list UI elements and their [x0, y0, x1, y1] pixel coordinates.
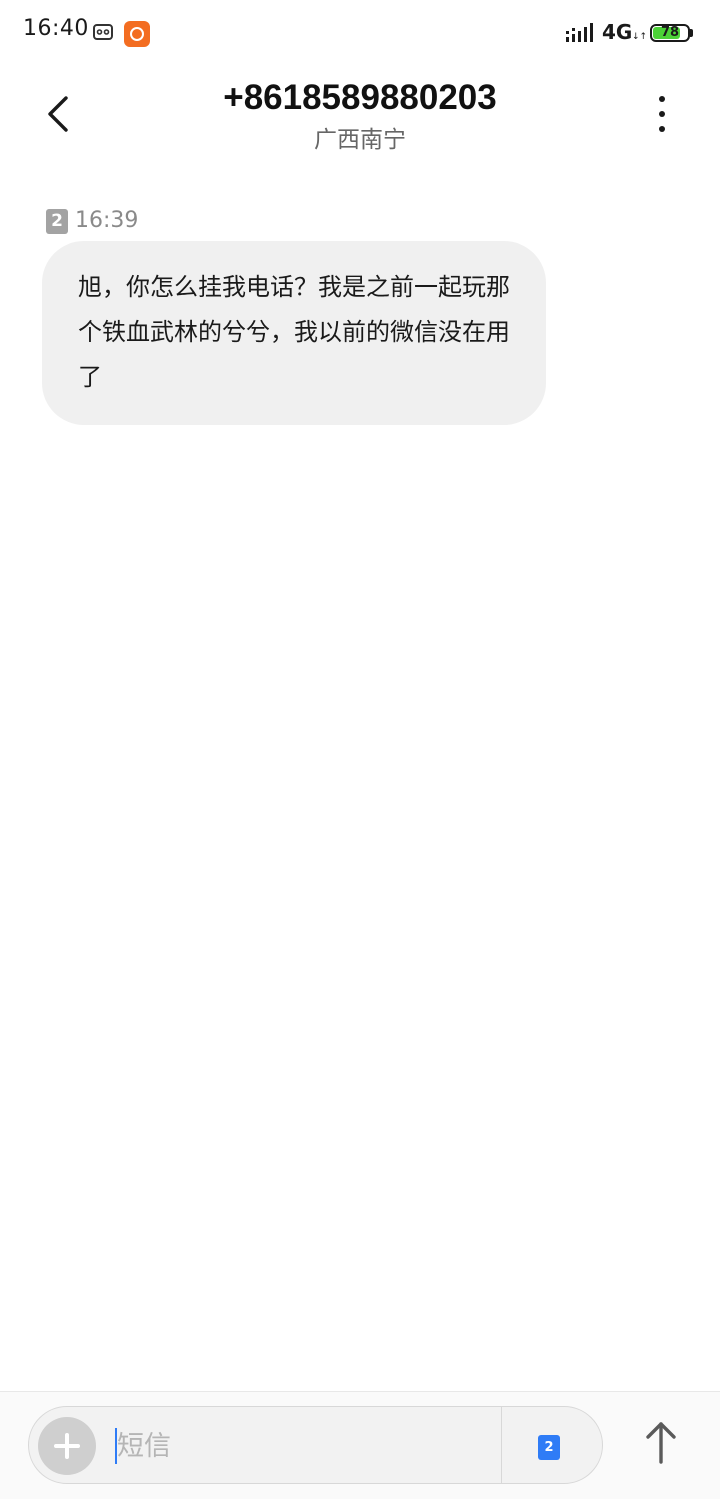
battery-level: 78 — [660, 25, 680, 40]
message-bubble[interactable]: 旭，你怎么挂我电话？我是之前一起玩那个铁血武林的兮兮，我以前的微信没在用了 — [42, 241, 546, 425]
message-text: 旭，你怎么挂我电话？我是之前一起玩那个铁血武林的兮兮，我以前的微信没在用了 — [78, 273, 510, 391]
battery-icon: 78 — [650, 24, 690, 42]
attach-button[interactable] — [38, 1417, 96, 1475]
message-timestamp: 16:39 — [75, 208, 139, 233]
send-button[interactable] — [636, 1418, 686, 1468]
messaging-screen: 16:40 4G ↓↑ 78 +8618589880203 广西南宁 2 16:… — [0, 0, 720, 1499]
status-time: 16:40 — [23, 16, 89, 41]
signal-strength-icon — [566, 23, 593, 42]
compose-bar: 2 — [0, 1391, 720, 1499]
cassette-icon — [93, 24, 113, 40]
compose-divider — [501, 1407, 502, 1483]
data-activity-icon: ↓↑ — [632, 32, 648, 42]
sim-card-icon: 2 — [46, 209, 68, 234]
network-type: 4G — [602, 20, 633, 44]
compose-box: 2 — [28, 1406, 603, 1484]
battery-cap — [690, 29, 693, 37]
text-cursor — [115, 1428, 117, 1464]
contact-number[interactable]: +8618589880203 — [0, 78, 720, 118]
status-bar: 16:40 4G ↓↑ 78 — [0, 0, 720, 68]
conversation-header: +8618589880203 广西南宁 — [0, 68, 720, 168]
contact-location: 广西南宁 — [314, 127, 406, 153]
app-notification-icon — [124, 21, 150, 47]
more-options-button[interactable] — [640, 92, 684, 136]
arrow-up-icon — [646, 1422, 676, 1464]
message-input[interactable] — [113, 1421, 497, 1471]
more-vertical-icon — [659, 96, 665, 132]
sim-select-button[interactable]: 2 — [538, 1435, 560, 1460]
